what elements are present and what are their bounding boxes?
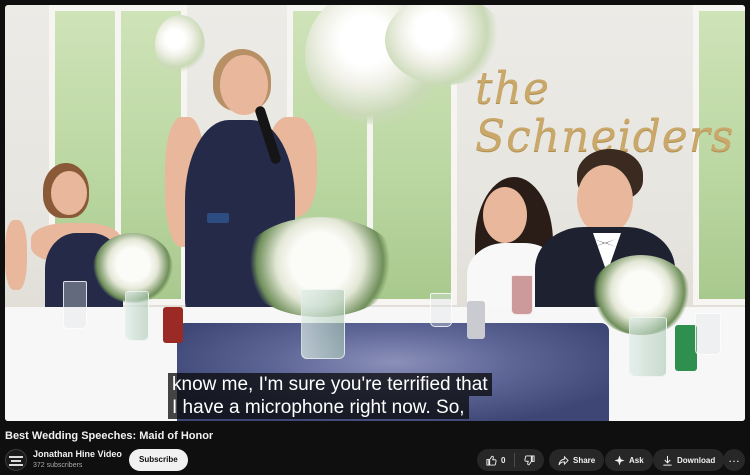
person-face — [51, 171, 87, 215]
glass — [63, 281, 87, 329]
ask-label: Ask — [629, 455, 644, 465]
more-actions-button[interactable]: … — [723, 449, 745, 471]
sparkle-icon — [614, 454, 625, 466]
channel-avatar[interactable] — [5, 449, 27, 471]
more-horizontal-icon: … — [728, 451, 740, 465]
like-button[interactable]: 0 — [477, 449, 514, 471]
download-icon — [662, 455, 673, 466]
channel-name[interactable]: Jonathan Hine Video — [33, 449, 122, 459]
glass — [430, 293, 452, 327]
download-button[interactable]: Download — [653, 449, 725, 471]
captions: know me, I'm sure you're terrified that … — [168, 373, 492, 419]
soda-can — [163, 307, 183, 343]
like-dislike-group: 0 — [477, 449, 545, 471]
subscriber-count: 372 subscribers — [33, 462, 83, 469]
caption-line: I have a microphone right now. So, — [168, 396, 469, 419]
bride-face — [483, 187, 527, 243]
download-label: Download — [677, 455, 716, 465]
phone — [207, 213, 229, 223]
video-player[interactable]: the Schneiders know me, I'm sure you're … — [5, 5, 745, 421]
like-count: 0 — [501, 455, 506, 465]
thumbs-down-icon — [524, 454, 535, 466]
caption-line: know me, I'm sure you're terrified that — [168, 373, 492, 396]
share-button[interactable]: Share — [549, 449, 605, 471]
share-arrow-icon — [558, 455, 569, 466]
soda-can — [467, 301, 485, 339]
subscribe-button[interactable]: Subscribe — [129, 449, 188, 471]
wine-glass — [511, 275, 533, 315]
video-title: Best Wedding Speeches: Maid of Honor — [5, 430, 214, 442]
share-label: Share — [573, 455, 596, 465]
glass — [695, 313, 721, 355]
soda-can — [675, 325, 697, 371]
thumbs-up-icon — [486, 455, 497, 466]
groom-face — [577, 165, 633, 235]
dislike-button[interactable] — [515, 449, 544, 471]
ask-button[interactable]: Ask — [605, 449, 653, 471]
